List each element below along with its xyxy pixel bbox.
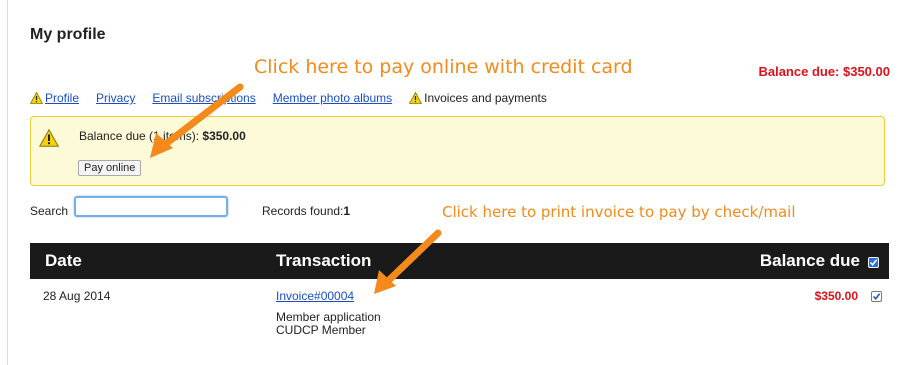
records-label: Records found:	[262, 204, 344, 218]
tab-email-subscriptions[interactable]: Email subscriptions	[152, 91, 255, 105]
tab-privacy[interactable]: Privacy	[96, 91, 135, 105]
search-input[interactable]	[74, 196, 228, 217]
tab-invoices-and-payments[interactable]: Invoices and payments	[409, 91, 547, 105]
row-description-line: Member application	[276, 310, 381, 324]
alert-text-prefix: Balance due (1 items):	[79, 129, 203, 143]
tab-invoices-and-payments-label: Invoices and payments	[424, 91, 547, 105]
tab-profile[interactable]: Profile	[30, 91, 79, 105]
tab-member-photo-albums-label: Member photo albums	[272, 91, 393, 105]
row-description-line: CUDCP Member	[276, 323, 366, 337]
checkmark-icon	[869, 259, 878, 267]
profile-tabs: Profile Privacy Email subscriptions Memb…	[30, 91, 564, 105]
invoice-link[interactable]: Invoice#00004	[276, 289, 354, 303]
checkmark-icon	[872, 293, 881, 301]
warning-icon	[409, 92, 423, 104]
tab-privacy-label: Privacy	[96, 91, 136, 105]
search-label: Search	[30, 204, 69, 218]
row-select-checkbox[interactable]	[871, 291, 882, 302]
pay-online-button[interactable]: Pay online	[78, 160, 142, 176]
alert-message: Balance due (1 items): $350.00	[79, 129, 246, 143]
pay-online-callout: Click here to pay online with credit car…	[254, 56, 633, 78]
row-date: 28 Aug 2014	[43, 289, 111, 303]
records-count: 1	[343, 204, 351, 218]
alert-amount: $350.00	[202, 129, 246, 143]
row-balance-due: $350.00	[814, 289, 858, 303]
column-header-transaction[interactable]: Transaction	[276, 251, 371, 271]
balance-summary: Balance due: $350.00	[758, 64, 890, 79]
balance-alert: Balance due (1 items): $350.00 Pay onlin…	[30, 116, 885, 186]
warning-icon	[39, 129, 59, 147]
print-invoice-callout: Click here to print invoice to pay by ch…	[442, 203, 796, 221]
tab-email-subscriptions-label: Email subscriptions	[152, 91, 256, 105]
page-title: My profile	[30, 26, 106, 43]
warning-icon	[30, 92, 43, 104]
left-divider	[7, 0, 8, 365]
tab-member-photo-albums[interactable]: Member photo albums	[273, 91, 392, 105]
table-header: Date Transaction Balance due	[30, 243, 889, 279]
column-header-balance-due[interactable]: Balance due	[760, 251, 860, 271]
select-all-checkbox[interactable]	[868, 257, 879, 268]
records-found: Records found:1	[262, 204, 350, 218]
tab-profile-label: Profile	[45, 91, 80, 105]
column-header-date[interactable]: Date	[45, 251, 82, 271]
